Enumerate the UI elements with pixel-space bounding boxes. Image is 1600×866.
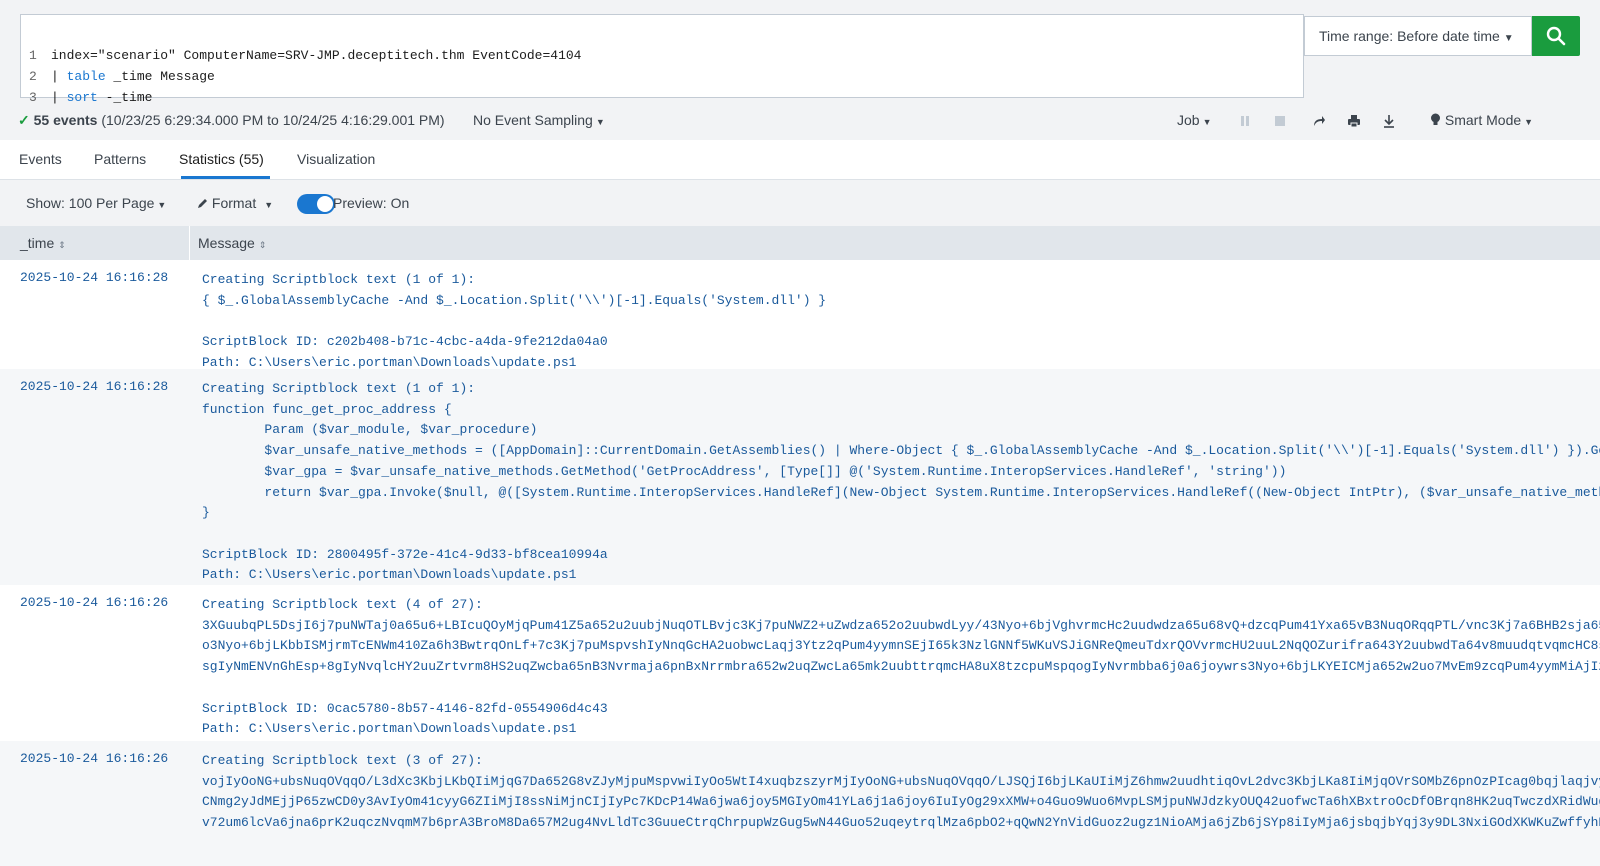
event-sampling-dropdown[interactable]: No Event Sampling ▼ [473,112,605,128]
table-row: 2025-10-24 16:16:28 Creating Scriptblock… [0,369,1600,585]
preview-toggle[interactable] [297,194,335,214]
share-icon[interactable] [1312,114,1326,128]
column-label: _time [20,235,55,251]
format-dropdown[interactable]: Format ▼ [197,195,273,211]
table-row: 2025-10-24 16:16:26 Creating Scriptblock… [0,741,1600,866]
message-cell[interactable]: Creating Scriptblock text (1 of 1): func… [202,379,1600,586]
job-menu[interactable]: Job ▼ [1177,112,1212,128]
tab-events[interactable]: Events [19,151,62,167]
column-header-message[interactable]: Message ⇕ [198,235,266,251]
events-count: 55 events [33,112,98,128]
chevron-down-icon: ▼ [595,117,605,127]
search-button[interactable] [1532,16,1580,56]
time-range-label: Time range: Before date time [1319,28,1500,44]
lightbulb-icon [1431,113,1440,125]
column-label: Message [198,235,255,251]
job-label: Job [1177,112,1200,128]
check-icon: ✓ [18,112,30,128]
tab-patterns[interactable]: Patterns [94,151,146,167]
tab-visualization[interactable]: Visualization [297,151,375,167]
query-line-2: 2 | table _time Message [21,45,215,84]
event-sampling-label: No Event Sampling [473,112,593,128]
query-text: _time Message [105,69,215,84]
search-area: 1 index="scenario" ComputerName=SRV-JMP.d… [0,0,1600,105]
message-cell[interactable]: Creating Scriptblock text (3 of 27): voj… [202,751,1600,834]
pencil-icon [198,199,207,208]
message-cell[interactable]: Creating Scriptblock text (1 of 1): { $_… [202,270,1600,374]
chevron-down-icon: ▼ [1503,33,1514,44]
toggle-knob [317,196,333,212]
results-toolbar: Show: 100 Per Page ▼ Format ▼ Preview: On [0,180,1600,226]
events-summary: ✓ 55 events (10/23/25 6:29:34.000 PM to … [18,112,445,129]
table-row: 2025-10-24 16:16:26 Creating Scriptblock… [0,585,1600,741]
search-mode-label: Smart Mode [1444,112,1522,128]
chevron-down-icon: ▼ [1202,117,1212,127]
sort-icon: ⇕ [258,240,267,250]
tab-statistics[interactable]: Statistics (55) [179,151,264,167]
pause-icon[interactable] [1238,114,1252,128]
time-cell[interactable]: 2025-10-24 16:16:26 [20,595,168,610]
job-status-bar: ✓ 55 events (10/23/25 6:29:34.000 PM to … [0,102,1600,138]
search-icon [1546,26,1566,46]
format-label: Format [211,195,257,211]
stop-icon[interactable] [1273,114,1287,128]
query-keyword: table [66,69,106,84]
search-mode-dropdown[interactable]: Smart Mode ▼ [1430,112,1533,128]
active-tab-indicator [181,176,270,179]
column-header-time[interactable]: _time ⇕ [20,235,66,251]
column-divider [189,226,190,260]
time-cell[interactable]: 2025-10-24 16:16:28 [20,379,168,394]
preview-label: Preview: On [333,195,410,211]
time-cell[interactable]: 2025-10-24 16:16:28 [20,270,168,285]
chevron-down-icon: ▼ [1524,117,1534,127]
query-line-1: 1 index="scenario" ComputerName=SRV-JMP.d… [21,24,582,63]
query-line-3: 3 | sort -_time [21,66,152,105]
search-query-editor[interactable]: 1 index="scenario" ComputerName=SRV-JMP.d… [20,14,1304,105]
print-icon[interactable] [1347,114,1361,128]
message-cell[interactable]: Creating Scriptblock text (4 of 27): 3XG… [202,595,1600,740]
table-row: 2025-10-24 16:16:28 Creating Scriptblock… [0,260,1600,370]
time-cell[interactable]: 2025-10-24 16:16:26 [20,751,168,766]
query-text: index="scenario" ComputerName=SRV-JMP.de… [51,48,582,63]
sort-icon: ⇕ [58,240,66,250]
results-tabs: Events Patterns Statistics (55) Visualiz… [0,140,1600,180]
results-table-header: _time ⇕ Message ⇕ [0,226,1600,260]
time-range-picker[interactable]: Time range: Before date time ▼ [1304,16,1532,56]
chevron-down-icon: ▼ [157,200,167,210]
per-page-label: Show: 100 Per Page [26,195,155,211]
events-range: (10/23/25 6:29:34.000 PM to 10/24/25 4:1… [101,112,445,128]
per-page-dropdown[interactable]: Show: 100 Per Page ▼ [26,195,166,211]
download-icon[interactable] [1382,114,1396,128]
results-table-body: 2025-10-24 16:16:28 Creating Scriptblock… [0,260,1600,866]
chevron-down-icon: ▼ [264,200,274,210]
